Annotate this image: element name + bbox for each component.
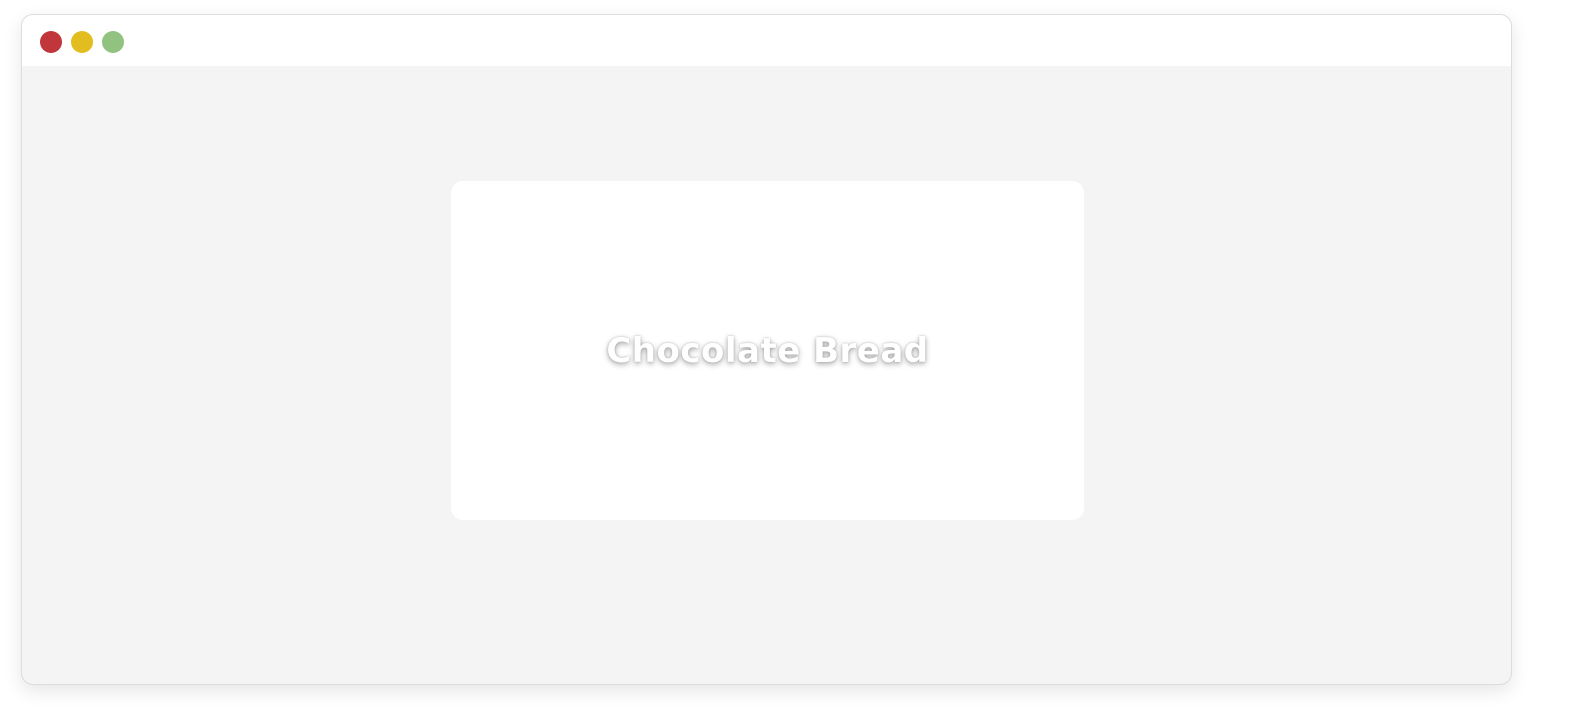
- card-title: Chocolate Bread: [606, 330, 929, 371]
- title-bar: [22, 15, 1511, 66]
- close-window-button[interactable]: [40, 31, 62, 53]
- minimize-window-button[interactable]: [71, 31, 93, 53]
- recipe-card[interactable]: Chocolate Bread: [451, 181, 1084, 520]
- app-window: Chocolate Bread: [21, 14, 1512, 685]
- maximize-window-button[interactable]: [102, 31, 124, 53]
